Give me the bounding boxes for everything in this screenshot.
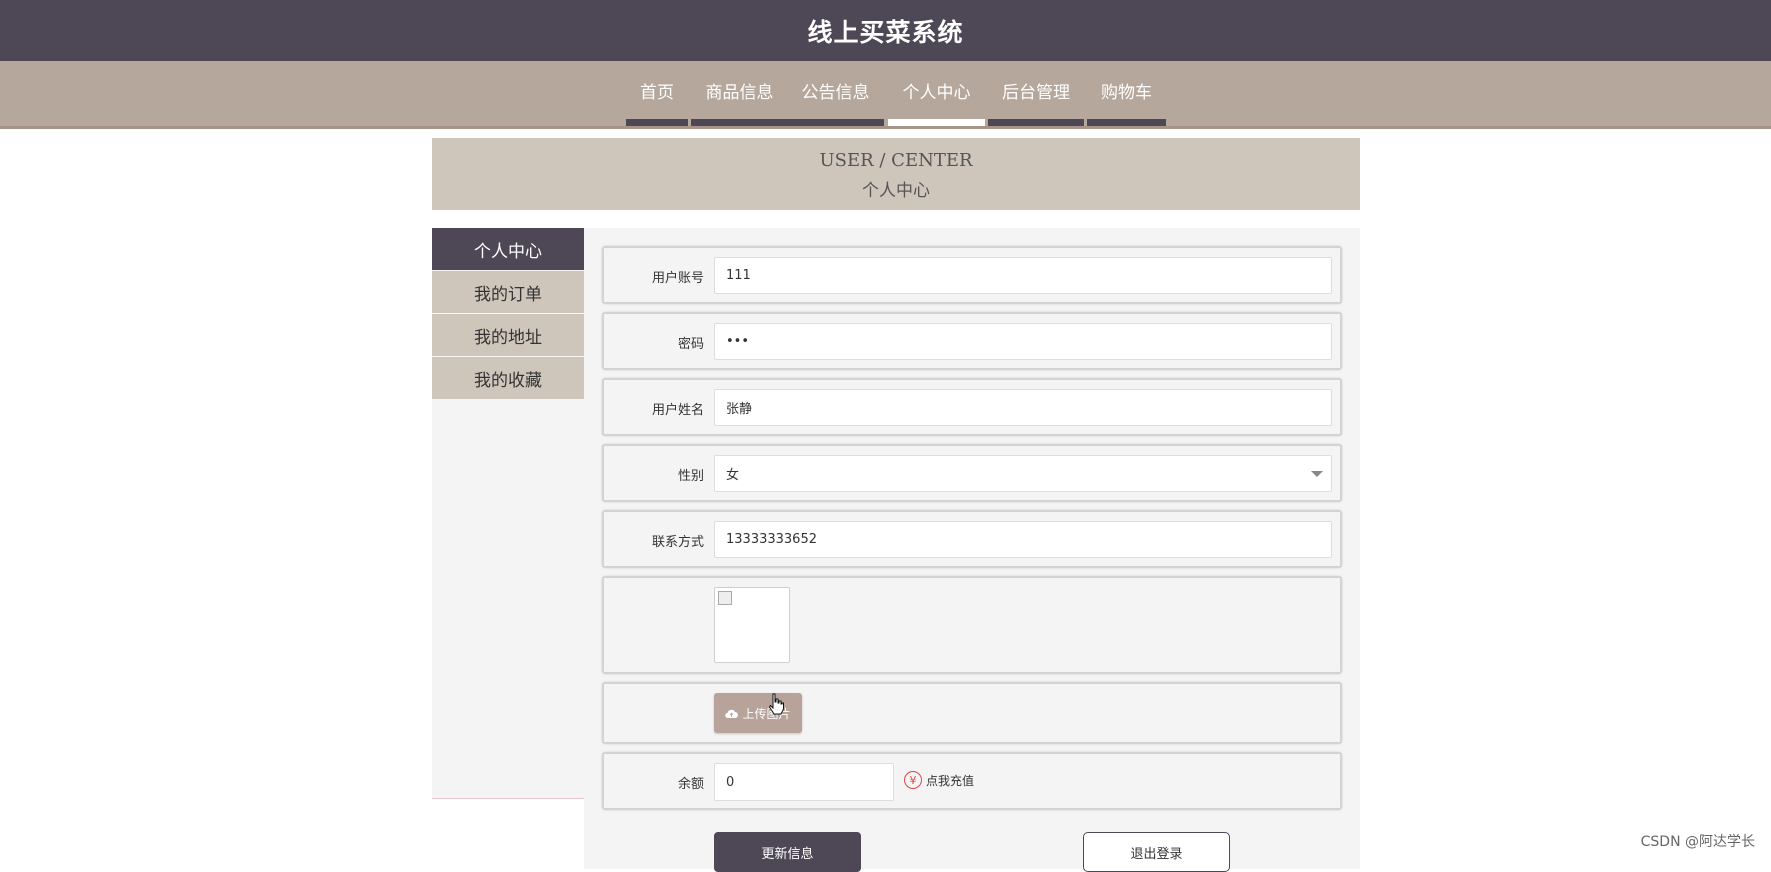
watermark: CSDN @阿达学长 [1641, 831, 1755, 851]
password-label: 密码 [604, 333, 704, 352]
form-row-gender: 性别 女 [602, 444, 1342, 502]
sidebar-item-user-center[interactable]: 个人中心 [432, 228, 584, 270]
nav-products-text: 商品信息 [706, 83, 774, 103]
account-label: 用户账号 [604, 267, 704, 286]
nav-divider [0, 126, 1771, 129]
nav-home-label: 首页 [626, 78, 688, 103]
app-header: 线上买菜系统 [0, 0, 1771, 61]
nav-user-center[interactable]: 个人中心 [888, 61, 985, 129]
form-row-account: 用户账号 111 [602, 246, 1342, 304]
phone-label: 联系方式 [604, 531, 704, 550]
nav-admin[interactable]: 后台管理 [988, 61, 1084, 129]
banner-title-cn: 个人中心 [432, 176, 1360, 201]
hand-cursor-icon [768, 693, 784, 715]
recharge-link[interactable]: ¥ 点我充值 [904, 771, 974, 789]
form-row-name: 用户姓名 张静 [602, 378, 1342, 436]
page-banner: USER / CENTER 个人中心 [432, 138, 1360, 210]
nav-cart[interactable]: 购物车 [1087, 61, 1166, 129]
password-input[interactable]: ••• [714, 323, 1332, 360]
name-label: 用户姓名 [604, 399, 704, 418]
gender-select[interactable]: 女 [714, 455, 1332, 492]
broken-image-icon [718, 591, 732, 605]
sidebar: 个人中心 我的订单 我的地址 我的收藏 [432, 228, 584, 799]
sidebar-item-addresses[interactable]: 我的地址 [432, 314, 584, 356]
logout-button[interactable]: 退出登录 [1083, 832, 1230, 872]
balance-label: 余额 [604, 773, 704, 792]
main-nav: 首页 商品信息 公告信息 个人中心 后台管理 购物车 [0, 61, 1771, 129]
yen-icon: ¥ [904, 771, 922, 789]
banner-title-en: USER / CENTER [432, 150, 1360, 171]
recharge-label: 点我充值 [926, 772, 974, 789]
gender-label: 性别 [604, 465, 704, 484]
nav-admin-label: 后台管理 [988, 78, 1084, 103]
upload-image-button[interactable]: 上传图片 [714, 693, 802, 733]
form-row-upload: 上传图片 [602, 682, 1342, 744]
nav-notices-text[interactable]: 公告信息 [802, 83, 870, 103]
profile-form: 用户账号 111 密码 ••• 用户姓名 张静 性别 女 联系方式 133333… [584, 228, 1360, 869]
sidebar-item-orders[interactable]: 我的订单 [432, 271, 584, 313]
form-row-phone: 联系方式 13333333652 [602, 510, 1342, 568]
nav-products[interactable]: 商品信息 公告信息 [691, 61, 884, 129]
avatar-preview [714, 587, 790, 663]
nav-cart-label: 购物车 [1087, 78, 1166, 103]
sidebar-item-favorites[interactable]: 我的收藏 [432, 357, 584, 399]
chevron-down-icon [1311, 471, 1323, 477]
form-row-password: 密码 ••• [602, 312, 1342, 370]
gender-value: 女 [726, 464, 739, 483]
name-input[interactable]: 张静 [714, 389, 1332, 426]
cloud-upload-icon [725, 708, 738, 719]
form-row-balance: 余额 0 ¥ 点我充值 [602, 752, 1342, 810]
nav-products-label: 商品信息 公告信息 [691, 78, 884, 103]
update-info-button[interactable]: 更新信息 [714, 832, 861, 872]
nav-user-center-label: 个人中心 [888, 78, 985, 103]
balance-input[interactable]: 0 [714, 763, 894, 801]
phone-input[interactable]: 13333333652 [714, 521, 1332, 558]
form-row-avatar [602, 576, 1342, 674]
app-title: 线上买菜系统 [807, 13, 963, 49]
account-input[interactable]: 111 [714, 257, 1332, 294]
nav-home[interactable]: 首页 [626, 61, 688, 129]
